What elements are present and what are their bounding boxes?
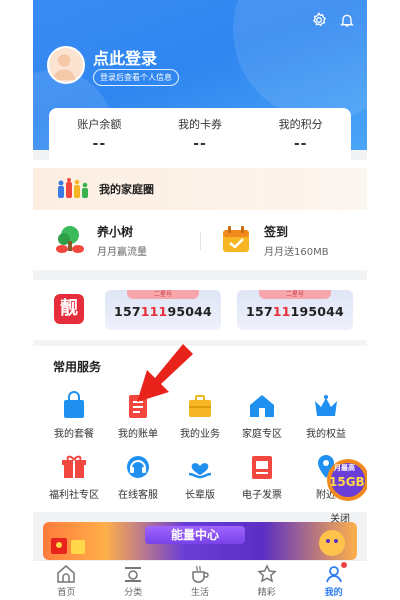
service-label: 福利社专区 [49, 490, 99, 501]
avatar[interactable] [47, 46, 85, 84]
tree-icon [56, 226, 84, 253]
tab-label: 我的 [324, 588, 343, 598]
number-tag: 二星号 [127, 290, 199, 299]
check-in-subtitle: 月月送160MB [264, 246, 329, 258]
service-label: 家庭专区 [242, 429, 282, 440]
number-tag: 二星号 [259, 290, 331, 299]
service-online-support[interactable]: 在线客服 [107, 452, 169, 501]
service-label: 电子发票 [242, 490, 282, 501]
service-elder-mode[interactable]: 长辈版 [169, 452, 231, 501]
home-tab-icon [57, 565, 76, 583]
heart-hands-icon [188, 463, 212, 479]
my-coupons-value: -- [193, 136, 207, 152]
service-label: 我的账单 [118, 429, 158, 440]
account-balance-value: -- [92, 136, 107, 152]
lucky-numbers-row: 靓 二星号 15711195044 二星号 15711195044 [33, 280, 367, 340]
service-label: 我的业务 [180, 429, 220, 440]
phone-number: 15711195044 [246, 304, 344, 319]
energy-center-banner[interactable]: 能量中心 [43, 522, 357, 560]
service-welfare[interactable]: 福利社专区 [43, 452, 105, 501]
bottom-tab-bar: 首页 分类 生活 精彩 我的 [33, 560, 367, 600]
grow-tree-title: 养小树 [97, 224, 134, 239]
card-bottom [33, 160, 367, 168]
account-balance[interactable]: 账户余额 -- [49, 108, 150, 160]
account-summary-card: 账户余额 -- 我的卡券 -- 我的积分 -- [49, 108, 351, 160]
tab-label: 首页 [57, 588, 76, 598]
family-circle-banner[interactable]: 我的家庭圈 [33, 168, 367, 210]
settings-icon[interactable] [311, 12, 327, 32]
data-promo-float[interactable]: 月最高 15GB [318, 458, 367, 502]
service-my-plan[interactable]: 我的套餐 [43, 391, 105, 440]
service-e-invoice[interactable]: 电子发票 [231, 452, 293, 501]
check-in-title: 签到 [264, 224, 289, 239]
red-packet-icon [51, 538, 85, 554]
promo-amount: 15GB [329, 475, 365, 489]
tab-label: 精彩 [257, 588, 276, 598]
service-my-rights[interactable]: 我的权益 [295, 391, 357, 440]
grow-tree-subtitle: 月月赢流量 [97, 246, 147, 258]
common-services: 常用服务 我的套餐 我的账单 我的业务 家庭专区 我的权益 福利社专区 在线客服… [33, 346, 367, 512]
services-title: 常用服务 [53, 360, 102, 374]
calendar-icon [223, 226, 249, 252]
number-card[interactable]: 二星号 15711195044 [237, 290, 353, 330]
my-points-value: -- [293, 136, 308, 152]
gift-icon [62, 455, 86, 478]
tab-mine[interactable]: 我的 [300, 561, 367, 600]
service-label: 我的套餐 [54, 429, 94, 440]
tab-featured[interactable]: 精彩 [233, 561, 300, 600]
check-in-task[interactable]: 签到 月月送160MB [200, 210, 367, 270]
notification-bell-icon[interactable] [339, 12, 355, 32]
service-label: 我的权益 [306, 429, 346, 440]
headset-icon [127, 456, 149, 478]
my-coupons[interactable]: 我的卡券 -- [150, 108, 251, 160]
promo-top-text: 月最高 [334, 464, 355, 472]
family-circle-label: 我的家庭圈 [99, 183, 154, 196]
service-label: 长辈版 [185, 490, 215, 501]
tab-home[interactable]: 首页 [33, 561, 100, 600]
tab-life[interactable]: 生活 [167, 561, 234, 600]
number-card[interactable]: 二星号 15711195044 [105, 290, 221, 330]
service-label: 在线客服 [118, 490, 158, 501]
phone-number: 15711195044 [114, 304, 212, 319]
bag-icon [64, 391, 84, 418]
lucky-number-badge: 靓 [54, 294, 84, 324]
family-icon [55, 178, 91, 200]
login-subtitle[interactable]: 登录后查看个人信息 [93, 69, 179, 86]
crown-icon [315, 395, 337, 416]
service-family-zone[interactable]: 家庭专区 [231, 391, 293, 440]
invoice-icon [252, 456, 272, 479]
my-points-label: 我的积分 [278, 118, 323, 131]
tab-label: 生活 [190, 588, 209, 598]
my-points[interactable]: 我的积分 -- [250, 108, 351, 160]
task-row: 养小树 月月赢流量 签到 月月送160MB [33, 210, 367, 270]
coffee-tab-icon [192, 565, 209, 583]
red-arrow-annotation [137, 344, 193, 402]
person-tab-icon [325, 566, 342, 583]
grow-tree-task[interactable]: 养小树 月月赢流量 [33, 210, 200, 270]
tab-label: 分类 [124, 588, 143, 598]
energy-center-title: 能量中心 [145, 526, 245, 544]
notification-dot [340, 562, 347, 568]
login-title[interactable]: 点此登录 [93, 45, 157, 69]
account-balance-label: 账户余额 [77, 118, 122, 131]
category-tab-icon [125, 567, 142, 582]
tab-category[interactable]: 分类 [100, 561, 167, 600]
phone-screen: 点此登录 登录后查看个人信息 账户余额 -- 我的卡券 -- 我的积分 -- 我… [33, 0, 367, 600]
my-coupons-label: 我的卡券 [178, 118, 222, 131]
mascot-icon [319, 530, 345, 556]
divider [200, 232, 201, 250]
home-icon [250, 395, 274, 417]
star-tab-icon [257, 564, 277, 583]
